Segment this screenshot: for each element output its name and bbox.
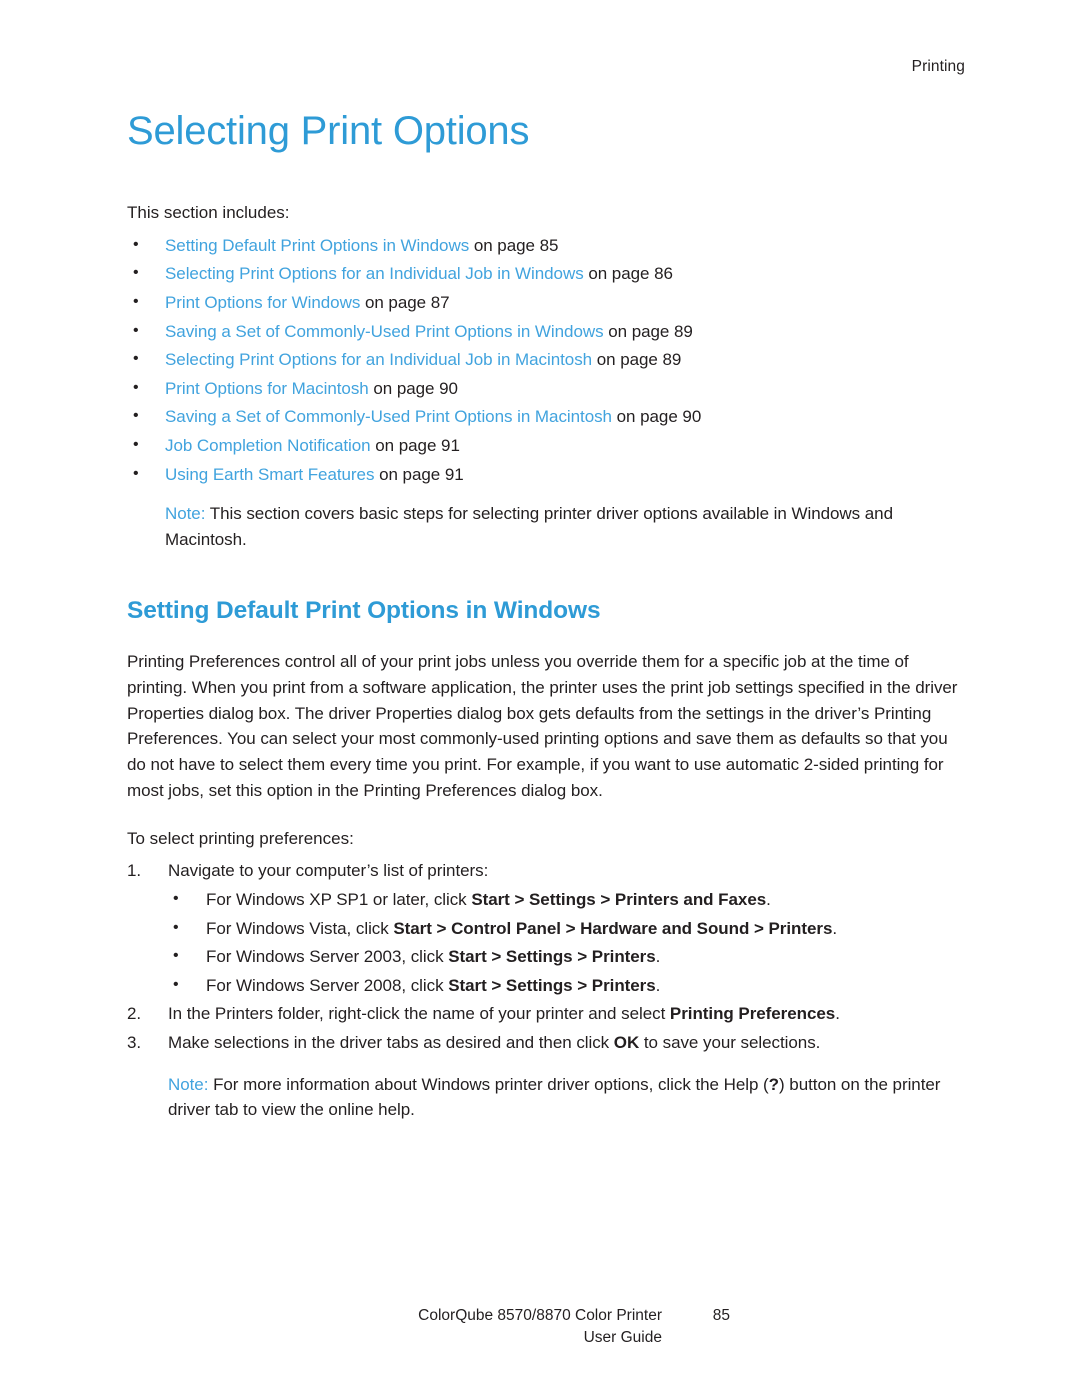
step-emphasis: OK bbox=[613, 1033, 640, 1053]
section-includes-label: This section includes: bbox=[127, 203, 290, 222]
step-emphasis: Printing Preferences bbox=[669, 1004, 836, 1024]
closing-note: Note: For more information about Windows… bbox=[168, 1072, 967, 1124]
list-item: For Windows Vista, click Start > Control… bbox=[168, 914, 967, 944]
sub-bullet-pre: For Windows XP SP1 or later, click bbox=[206, 890, 472, 910]
cross-reference-page: on page 85 bbox=[469, 235, 559, 255]
sub-bullet-path: Start > Settings > Printers and Faxes bbox=[471, 890, 767, 910]
cross-reference-link[interactable]: Selecting Print Options for an Individua… bbox=[165, 350, 592, 369]
procedure-lead-in: To select printing preferences: bbox=[127, 828, 354, 848]
list-item[interactable]: Selecting Print Options for an Individua… bbox=[127, 345, 967, 375]
cross-reference-page: on page 87 bbox=[360, 292, 450, 312]
step-text-post: to save your selections. bbox=[639, 1033, 821, 1053]
list-item: For Windows Server 2008, click Start > S… bbox=[168, 971, 967, 1001]
sub-bullet-path: Start > Control Panel > Hardware and Sou… bbox=[393, 918, 833, 938]
footer-doc-type: User Guide bbox=[583, 1329, 662, 1346]
cross-reference-list: Setting Default Print Options in Windows… bbox=[127, 231, 967, 490]
intro-note: Note: This section covers basic steps fo… bbox=[165, 501, 967, 553]
running-header: Printing bbox=[911, 58, 965, 75]
cross-reference-page: on page 86 bbox=[583, 264, 673, 284]
step-text-pre: In the Printers folder, right-click the … bbox=[168, 1004, 670, 1024]
cross-reference-link[interactable]: Saving a Set of Commonly-Used Print Opti… bbox=[165, 322, 604, 341]
cross-reference-link[interactable]: Print Options for Windows bbox=[165, 293, 360, 312]
page-content: Selecting Print Options This section inc… bbox=[127, 110, 967, 1123]
step-text-post: . bbox=[835, 1004, 840, 1024]
list-item[interactable]: Print Options for Macintosh on page 90 bbox=[127, 374, 967, 404]
step-number: 2. bbox=[127, 1004, 142, 1024]
sub-bullet-post: . bbox=[655, 947, 661, 967]
note-label: Note: bbox=[168, 1074, 209, 1094]
sub-bullet-post: . bbox=[766, 890, 771, 910]
cross-reference-page: on page 89 bbox=[592, 350, 682, 370]
step-item: 1. Navigate to your computer’s list of pr… bbox=[127, 857, 967, 1000]
step-item: 2. In the Printers folder, right-click th… bbox=[127, 1000, 967, 1029]
footer-inner: ColorQube 8570/8870 Color Printer User G… bbox=[350, 1305, 730, 1349]
page-footer: ColorQube 8570/8870 Color Printer User G… bbox=[0, 1305, 1080, 1349]
step-item: 3. Make selections in the driver tabs as … bbox=[127, 1029, 967, 1058]
sub-bullet-path: Start > Settings > Printers bbox=[448, 975, 656, 995]
footer-page-number: 85 bbox=[712, 1307, 730, 1324]
list-item[interactable]: Selecting Print Options for an Individua… bbox=[127, 259, 967, 289]
section-paragraph: Printing Preferences control all of your… bbox=[127, 651, 958, 800]
note-text-pre: For more information about Windows print… bbox=[208, 1074, 769, 1094]
document-page: Printing Selecting Print Options This se… bbox=[0, 0, 1080, 1397]
cross-reference-link[interactable]: Selecting Print Options for an Individua… bbox=[165, 264, 584, 283]
list-item[interactable]: Print Options for Windows on page 87 bbox=[127, 288, 967, 318]
list-item: For Windows XP SP1 or later, click Start… bbox=[168, 885, 967, 915]
sub-bullet-pre: For Windows Vista, click bbox=[206, 918, 394, 938]
procedure-steps: 1. Navigate to your computer’s list of pr… bbox=[127, 857, 967, 1057]
sub-bullet-pre: For Windows Server 2003, click bbox=[206, 947, 449, 967]
step-sub-bullets: For Windows XP SP1 or later, click Start… bbox=[168, 885, 967, 1001]
list-item: For Windows Server 2003, click Start > S… bbox=[168, 942, 967, 972]
list-item[interactable]: Setting Default Print Options in Windows… bbox=[127, 231, 967, 261]
cross-reference-page: on page 91 bbox=[374, 464, 464, 484]
help-icon: ? bbox=[768, 1074, 779, 1094]
step-number: 1. bbox=[127, 861, 142, 881]
step-text: Navigate to your computer’s list of prin… bbox=[168, 861, 489, 881]
cross-reference-page: on page 90 bbox=[611, 407, 702, 427]
cross-reference-link[interactable]: Saving a Set of Commonly-Used Print Opti… bbox=[165, 407, 612, 426]
cross-reference-link[interactable]: Print Options for Macintosh bbox=[165, 379, 369, 398]
cross-reference-page: on page 91 bbox=[370, 435, 460, 455]
section-heading: Setting Default Print Options in Windows bbox=[127, 596, 601, 624]
page-title: Selecting Print Options bbox=[127, 109, 530, 153]
cross-reference-link[interactable]: Using Earth Smart Features bbox=[165, 465, 374, 484]
step-number: 3. bbox=[127, 1033, 142, 1053]
list-item[interactable]: Saving a Set of Commonly-Used Print Opti… bbox=[127, 402, 967, 432]
sub-bullet-post: . bbox=[655, 975, 661, 995]
footer-product: ColorQube 8570/8870 Color Printer bbox=[418, 1307, 662, 1324]
cross-reference-page: on page 90 bbox=[368, 378, 458, 398]
cross-reference-link[interactable]: Setting Default Print Options in Windows bbox=[165, 236, 469, 255]
list-item[interactable]: Job Completion Notification on page 91 bbox=[127, 431, 967, 461]
note-label: Note: bbox=[165, 504, 206, 524]
list-item[interactable]: Saving a Set of Commonly-Used Print Opti… bbox=[127, 317, 967, 347]
step-text-pre: Make selections in the driver tabs as de… bbox=[168, 1033, 614, 1053]
list-item[interactable]: Using Earth Smart Features on page 91 bbox=[127, 460, 967, 490]
cross-reference-link[interactable]: Job Completion Notification bbox=[165, 436, 371, 455]
sub-bullet-post: . bbox=[832, 918, 838, 938]
cross-reference-page: on page 89 bbox=[603, 321, 693, 341]
note-text: This section covers basic steps for sele… bbox=[165, 504, 893, 549]
sub-bullet-pre: For Windows Server 2008, click bbox=[206, 975, 449, 995]
sub-bullet-path: Start > Settings > Printers bbox=[448, 947, 656, 967]
